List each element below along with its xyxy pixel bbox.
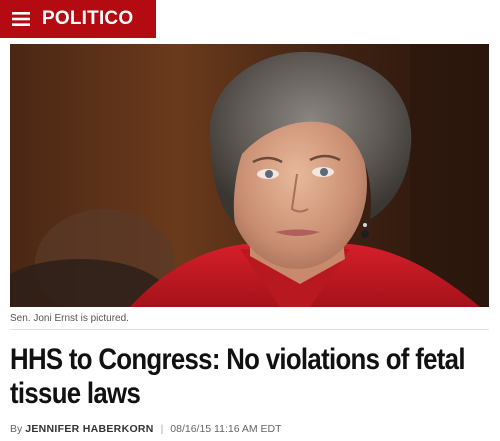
author-link[interactable]: JENNIFER HABERKORN	[25, 423, 154, 435]
top-bar: POLITICO	[0, 0, 500, 38]
byline-prefix: By	[10, 423, 23, 435]
caption-divider	[10, 329, 489, 330]
brand-bar: POLITICO	[0, 0, 156, 38]
byline-separator: |	[160, 423, 164, 435]
article-photo	[10, 44, 489, 307]
senator-photo	[10, 44, 489, 307]
photo-caption: Sen. Joni Ernst is pictured.	[10, 313, 129, 324]
hamburger-menu-icon	[12, 12, 30, 26]
menu-button[interactable]	[0, 0, 42, 38]
publish-timestamp: 08/16/15 11:16 AM EDT	[170, 423, 282, 435]
site-logo[interactable]: POLITICO	[42, 8, 133, 30]
article-headline: HHS to Congress: No violations of fetal …	[10, 343, 465, 410]
article-byline: By JENNIFER HABERKORN | 08/16/15 11:16 A…	[10, 423, 282, 435]
